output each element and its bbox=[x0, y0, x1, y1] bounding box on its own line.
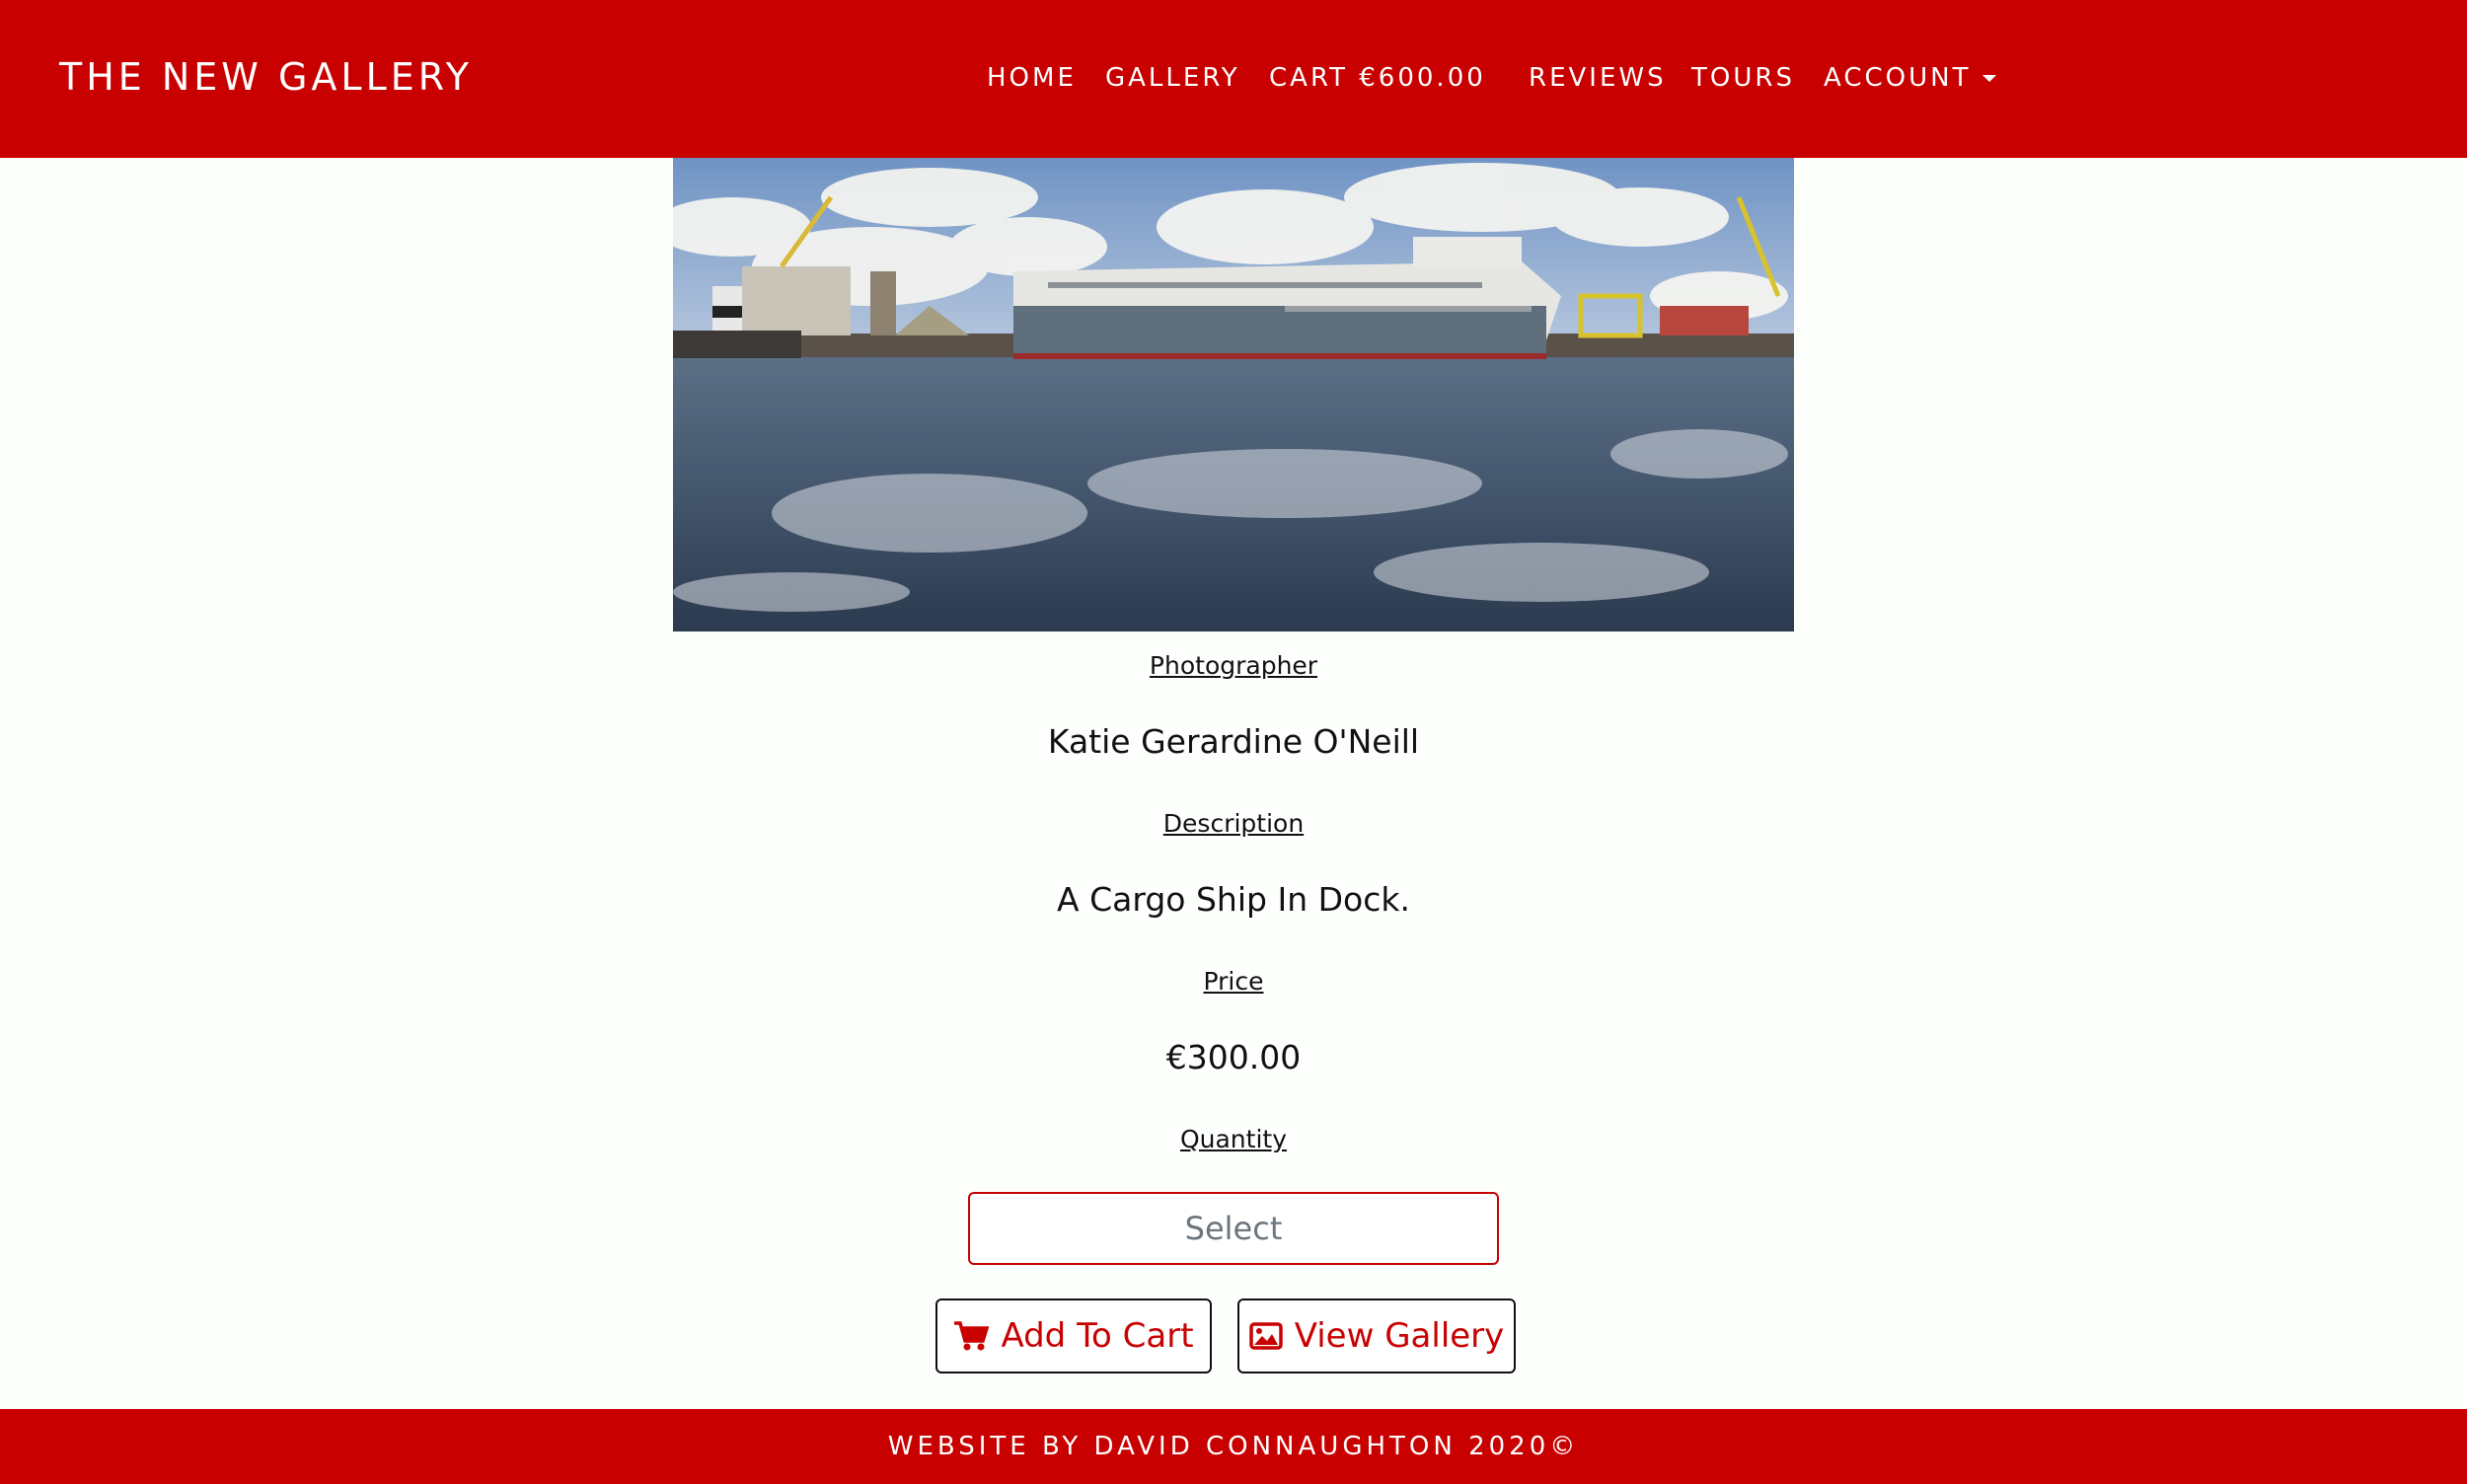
quantity-label: Quantity bbox=[1179, 1125, 1288, 1153]
view-gallery-label: View Gallery bbox=[1294, 1316, 1505, 1356]
price-label: Price bbox=[1203, 967, 1264, 996]
nav-account-label: ACCOUNT bbox=[1824, 63, 1972, 93]
price-value: €300.00 bbox=[1165, 1038, 1302, 1076]
top-navbar: THE NEW GALLERY HOME GALLERY CART €600.0… bbox=[0, 0, 2467, 158]
footer-credit: WEBSITE BY DAVID CONNAUGHTON 2020© bbox=[887, 1432, 1580, 1461]
caret-down-icon bbox=[1982, 75, 1997, 82]
photographer-name: Katie Gerardine O'Neill bbox=[1047, 722, 1420, 761]
description-label: Description bbox=[1162, 809, 1305, 838]
nav-account-dropdown[interactable]: ACCOUNT bbox=[1824, 63, 1997, 93]
add-to-cart-label: Add To Cart bbox=[1001, 1316, 1194, 1356]
description-text: A Cargo Ship In Dock. bbox=[1057, 880, 1410, 919]
nav-cart-link[interactable]: CART €600.00 bbox=[1269, 63, 1486, 93]
view-gallery-button[interactable]: View Gallery bbox=[1237, 1298, 1516, 1373]
nav-home-link[interactable]: HOME bbox=[987, 63, 1077, 93]
quantity-select-placeholder: Select bbox=[1184, 1210, 1283, 1247]
nav-tours-link[interactable]: TOURS bbox=[1691, 63, 1795, 93]
nav-gallery-link[interactable]: GALLERY bbox=[1105, 63, 1240, 93]
photographer-label: Photographer bbox=[1149, 651, 1318, 680]
image-icon bbox=[1248, 1322, 1283, 1350]
cart-icon bbox=[954, 1321, 990, 1351]
brand-logo-link[interactable]: THE NEW GALLERY bbox=[59, 55, 473, 99]
footer: WEBSITE BY DAVID CONNAUGHTON 2020© bbox=[0, 1409, 2467, 1484]
nav-reviews-link[interactable]: REVIEWS bbox=[1529, 63, 1667, 93]
quantity-select[interactable]: Select bbox=[968, 1192, 1499, 1265]
product-photo bbox=[673, 158, 1794, 631]
add-to-cart-button[interactable]: Add To Cart bbox=[935, 1298, 1212, 1373]
